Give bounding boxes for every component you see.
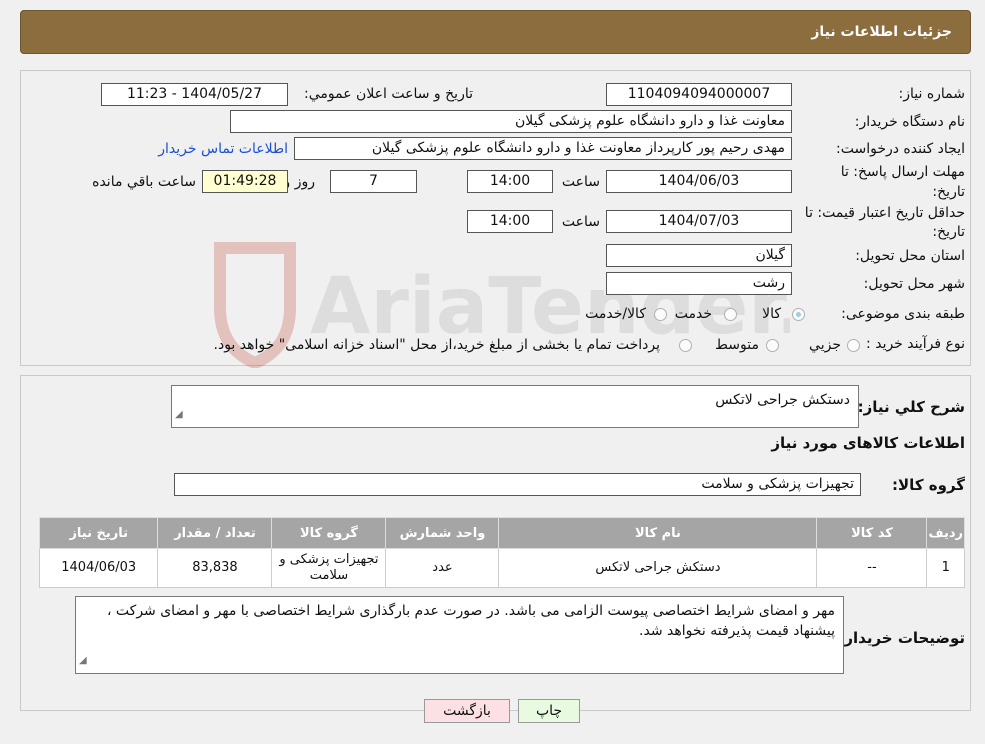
buyer-notes-value: مهر و امضای شرایط اختصاصی پیوست الزامی م… <box>106 603 835 639</box>
col-quantity: تعداد / مقدار <box>157 517 273 549</box>
province-label: استان محل تحویل: <box>855 248 965 264</box>
back-button[interactable]: بازگشت <box>424 699 510 723</box>
contact-buyer-link[interactable]: اطلاعات تماس خریدار <box>158 141 288 157</box>
col-row-number: ردیف <box>926 517 965 549</box>
buyer-org-field: معاونت غذا و دارو دانشگاه علوم پزشکی گیل… <box>230 110 792 133</box>
category-service-label: خدمت <box>674 306 712 322</box>
remaining-time-field: 01:49:28 <box>202 170 288 193</box>
cell-unit: عدد <box>385 548 500 588</box>
table-row: 1 -- دستکش جراحی لاتکس عدد تجهیزات پزشکی… <box>38 548 965 588</box>
cell-item-code: -- <box>816 548 928 588</box>
col-item-name: نام کالا <box>498 517 818 549</box>
category-goods-service-label: کالا/خدمت <box>585 306 646 322</box>
goods-group-field: تجهیزات پزشکی و سلامت <box>174 473 861 496</box>
validity-label-date: تاریخ: <box>932 224 965 240</box>
cell-row-number: 1 <box>926 548 965 588</box>
days-label: روز و <box>283 174 316 190</box>
days-field: 7 <box>330 170 417 193</box>
deadline-label-date: تاریخ: <box>932 184 965 200</box>
process-treasury-radio[interactable] <box>679 339 692 352</box>
cell-need-date: 1404/06/03 <box>38 548 159 588</box>
items-heading: اطلاعات کالاهای مورد نیاز <box>771 434 965 452</box>
process-minor-label: جزیي <box>809 337 841 353</box>
category-service-radio[interactable] <box>724 308 737 321</box>
col-unit: واحد شمارش <box>385 517 500 549</box>
category-goods-radio[interactable] <box>792 308 805 321</box>
process-treasury-note: پرداخت تمام یا بخشی از مبلغ خرید،از محل … <box>213 337 660 353</box>
city-label: شهر محل تحویل: <box>863 276 965 292</box>
buyer-notes-label: توضیحات خریدار: <box>838 629 965 647</box>
validity-time-label: ساعت <box>561 214 600 230</box>
description-value: دستکش جراحی لاتکس <box>715 392 850 408</box>
description-label: شرح كلي نياز: <box>857 398 965 416</box>
buyer-org-label: نام دستگاه خريدار: <box>854 114 965 130</box>
page-header: جزئیات اطلاعات نیاز <box>20 10 971 54</box>
items-table: ردیف کد کالا نام کالا واحد شمارش گروه کا… <box>38 517 965 588</box>
process-minor-radio[interactable] <box>847 339 860 352</box>
print-button[interactable]: چاپ <box>518 699 580 723</box>
resize-grip-icon: ◢ <box>79 655 87 666</box>
creator-label: ایجاد کننده درخواست: <box>836 141 965 157</box>
col-need-date: تاریخ نیاز <box>38 517 159 549</box>
validity-date-field: 1404/07/03 <box>606 210 792 233</box>
deadline-label: مهلت ارسال پاسخ: تا <box>840 164 965 180</box>
cell-item-name: دستکش جراحی لاتکس <box>498 548 818 588</box>
validity-label: حداقل تاریخ اعتبار قیمت: تا <box>804 205 965 221</box>
category-goods-label: کالا <box>762 306 781 322</box>
category-label: طبقه بندی موضوعی: <box>841 306 965 322</box>
description-textarea: دستکش جراحی لاتکس ◢ <box>171 385 859 428</box>
goods-group-label: گروه کالا: <box>892 476 965 494</box>
validity-time-field: 14:00 <box>467 210 553 233</box>
cell-group: تجهیزات پزشکی و سلامت <box>271 548 387 588</box>
announce-label: تاریخ و ساعت اعلان عمومي: <box>304 86 473 102</box>
process-medium-radio[interactable] <box>766 339 779 352</box>
buyer-notes-textarea: مهر و امضای شرایط اختصاصی پیوست الزامی م… <box>75 596 844 674</box>
announce-field: 1404/05/27 - 11:23 <box>101 83 288 106</box>
deadline-time-label: ساعت <box>561 174 600 190</box>
need-number-field: 1104094094000007 <box>606 83 792 106</box>
process-label: نوع فرآیند خرید : <box>866 336 965 352</box>
province-field: گیلان <box>606 244 792 267</box>
creator-field: مهدی رحیم پور کارپرداز معاونت غذا و دارو… <box>294 137 792 160</box>
deadline-time-field: 14:00 <box>467 170 553 193</box>
deadline-date-field: 1404/06/03 <box>606 170 792 193</box>
category-goods-service-radio[interactable] <box>654 308 667 321</box>
remaining-label: ساعت باقي مانده <box>92 174 196 190</box>
need-number-label: شماره نیاز: <box>898 86 966 102</box>
col-group: گروه کالا <box>271 517 387 549</box>
cell-quantity: 83,838 <box>157 548 273 588</box>
resize-grip-icon: ◢ <box>175 409 183 420</box>
col-item-code: کد کالا <box>816 517 928 549</box>
process-medium-label: متوسط <box>715 337 759 353</box>
city-field: رشت <box>606 272 792 295</box>
page-title: جزئیات اطلاعات نیاز <box>811 24 952 40</box>
table-header-row: ردیف کد کالا نام کالا واحد شمارش گروه کا… <box>38 517 965 549</box>
